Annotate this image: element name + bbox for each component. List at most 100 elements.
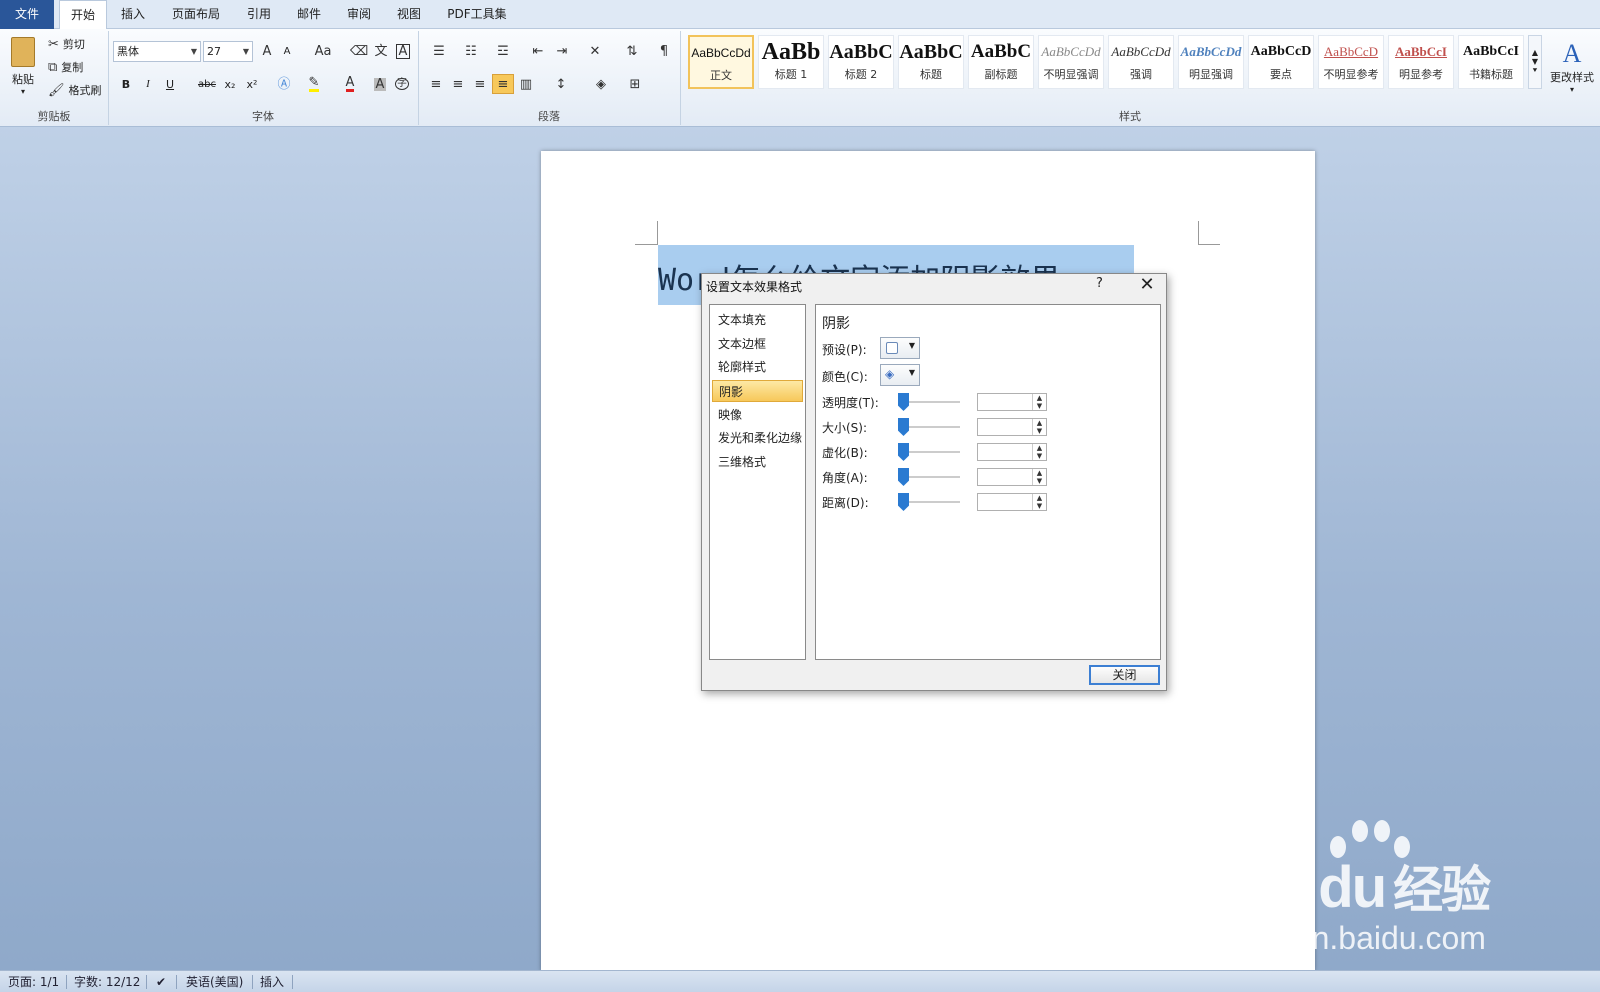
align-right-button[interactable]: ≡ [470,74,490,94]
distance-spinbox[interactable]: ▲ ▼ [977,493,1047,511]
blur-slider-track[interactable] [900,451,960,453]
tab-mailings[interactable]: 邮件 [288,0,330,29]
style-item[interactable]: AaBbC 标题 2 [828,35,894,89]
style-item[interactable]: AaBbCcI 书籍标题 [1458,35,1524,89]
nav-item-reflection[interactable]: 映像 [712,404,803,426]
style-item[interactable]: AaBbC 标题 [898,35,964,89]
distributed-button[interactable]: ▥ [516,74,536,94]
style-item[interactable]: AaBbCcDd 正文 [688,35,754,89]
align-right-icon: ≡ [474,76,486,92]
distance-slider-thumb[interactable] [898,493,909,511]
change-styles-button[interactable]: A 更改样式 ▾ [1546,33,1598,99]
font-size-combo[interactable]: 27 ▼ [203,41,253,62]
angle-spinbox[interactable]: ▲ ▼ [977,468,1047,486]
spin-arrows-icon[interactable]: ▲ ▼ [1032,494,1046,510]
line-spacing-button[interactable]: ↕ [548,74,574,94]
spin-arrows-icon[interactable]: ▲ ▼ [1032,469,1046,485]
insert-mode-indicator[interactable]: 插入 [260,971,284,992]
char-border-button[interactable]: A [394,41,412,61]
style-item[interactable]: AaBbC 副标题 [968,35,1034,89]
tab-view[interactable]: 视图 [388,0,430,29]
page-count[interactable]: 页面: 1/1 [8,971,59,992]
style-item[interactable]: AaBbCcD 不明显参考 [1318,35,1384,89]
tab-file[interactable]: 文件 [0,0,54,29]
transparency-slider-track[interactable] [900,401,960,403]
multilevel-list-button[interactable]: ☲ [490,41,516,61]
borders-button[interactable]: ⊞ [622,74,648,94]
bold-button[interactable]: B [117,74,135,94]
change-case-button[interactable]: Aa [310,41,336,61]
size-slider-thumb[interactable] [898,418,909,436]
transparency-slider-thumb[interactable] [898,393,909,411]
blur-slider-thumb[interactable] [898,443,909,461]
language-indicator[interactable]: 英语(美国) [186,971,243,992]
increase-indent-button[interactable]: ⇥ [552,41,572,61]
transparency-spinbox[interactable]: ▲ ▼ [977,393,1047,411]
enclose-char-button[interactable]: 字 [393,74,411,94]
char-shading-button[interactable]: A [371,74,389,94]
tab-insert[interactable]: 插入 [112,0,154,29]
paste-button[interactable]: 粘贴 ▾ [6,33,40,99]
styles-scroll[interactable]: ▲ ▼ ⯆ [1528,35,1542,89]
style-item[interactable]: AaBbCcI 明显参考 [1388,35,1454,89]
underline-button[interactable]: U [161,74,179,94]
help-button[interactable]: ? [1096,276,1103,291]
highlight-button[interactable]: ✎ [302,74,326,94]
nav-item-outline-style[interactable]: 轮廓样式 [712,356,803,378]
align-center-button[interactable]: ≡ [448,74,468,94]
preset-dropdown[interactable]: ▼ [880,337,920,359]
subscript-button[interactable]: x₂ [221,74,239,94]
tab-review[interactable]: 审阅 [338,0,380,29]
tab-home[interactable]: 开始 [59,0,107,30]
text-effects-button[interactable]: Ⓐ [272,74,296,94]
shrink-font-button[interactable]: A [278,41,296,61]
dialog-close-icon[interactable]: ✕ [1134,274,1160,296]
font-color-button[interactable]: A [338,74,362,94]
chinese-layout-button[interactable]: ✕ [582,41,608,61]
spin-arrows-icon[interactable]: ▲ ▼ [1032,394,1046,410]
spin-arrows-icon[interactable]: ▲ ▼ [1032,444,1046,460]
shading-button[interactable]: ◈ [588,74,614,94]
font-family-combo[interactable]: 黑体 ▼ [113,41,201,62]
angle-slider-thumb[interactable] [898,468,909,486]
nav-item-text-fill[interactable]: 文本填充 [712,309,803,331]
color-dropdown[interactable]: ◈ ▼ [880,364,920,386]
size-slider-track[interactable] [900,426,960,428]
numbering-button[interactable]: ☷ [458,41,484,61]
angle-slider-track[interactable] [900,476,960,478]
tab-pdf-tools[interactable]: PDF工具集 [440,0,514,29]
proofing-icon[interactable]: ✔ [156,971,166,992]
tab-page-layout[interactable]: 页面布局 [165,0,227,29]
distance-slider-track[interactable] [900,501,960,503]
tab-references[interactable]: 引用 [238,0,280,29]
copy-button[interactable]: ⧉ 复制 [48,58,83,76]
cut-button[interactable]: ✂ 剪切 [48,35,85,53]
size-spinbox[interactable]: ▲ ▼ [977,418,1047,436]
spin-arrows-icon[interactable]: ▲ ▼ [1032,419,1046,435]
nav-item-shadow[interactable]: 阴影 [712,380,803,402]
clear-format-button[interactable]: ⌫ [350,41,368,61]
format-painter-button[interactable]: 🖌 格式刷 [48,81,102,99]
superscript-button[interactable]: x² [243,74,261,94]
show-marks-button[interactable]: ¶ [654,41,674,61]
decrease-indent-button[interactable]: ⇤ [528,41,548,61]
align-left-button[interactable]: ≡ [426,74,446,94]
style-item[interactable]: AaBbCcDd 明显强调 [1178,35,1244,89]
italic-button[interactable]: I [139,74,157,94]
nav-item-text-outline[interactable]: 文本边框 [712,333,803,355]
blur-spinbox[interactable]: ▲ ▼ [977,443,1047,461]
style-item[interactable]: AaBbCcDd 不明显强调 [1038,35,1104,89]
style-item[interactable]: AaBb 标题 1 [758,35,824,89]
style-item[interactable]: AaBbCcD 要点 [1248,35,1314,89]
sort-button[interactable]: ⇅ [622,41,642,61]
strikethrough-button[interactable]: abc [195,74,219,94]
phonetic-guide-button[interactable]: 文 [372,41,390,61]
word-count[interactable]: 字数: 12/12 [74,971,140,992]
bullets-button[interactable]: ☰ [426,41,452,61]
nav-item-glow-soft-edges[interactable]: 发光和柔化边缘 [712,427,803,449]
justify-button[interactable]: ≡ [492,74,514,94]
close-button[interactable]: 关闭 [1089,665,1160,685]
grow-font-button[interactable]: A [258,41,276,61]
nav-item-3d-format[interactable]: 三维格式 [712,451,803,473]
style-item[interactable]: AaBbCcDd 强调 [1108,35,1174,89]
